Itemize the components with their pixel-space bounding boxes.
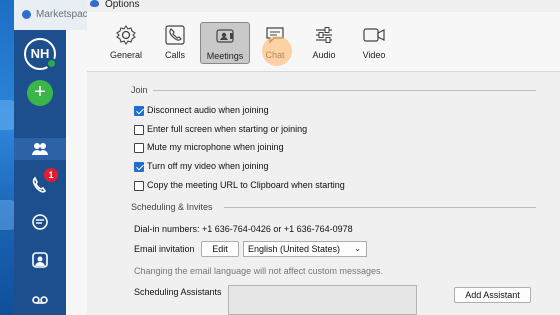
dialog-titlebar: Options <box>87 0 560 12</box>
checkbox-checked[interactable] <box>134 162 144 172</box>
click-indicator <box>262 36 292 66</box>
video-icon <box>363 28 385 42</box>
chat-icon[interactable] <box>30 212 50 232</box>
contacts-icon[interactable] <box>30 139 50 159</box>
tab-meetings[interactable]: Meetings <box>200 22 250 64</box>
tab-general[interactable]: General <box>101 22 151 64</box>
join-section-heading: Join <box>131 85 148 95</box>
add-assistant-button[interactable]: Add Assistant <box>454 287 531 303</box>
scheduling-assistants-label: Scheduling Assistants <box>134 287 222 297</box>
notification-badge: 1 <box>44 168 58 182</box>
checkbox-unchecked[interactable] <box>134 125 144 135</box>
checkbox-unchecked[interactable] <box>134 143 144 153</box>
dialog-title: Options <box>105 0 140 10</box>
tab-calls[interactable]: Calls <box>150 22 200 64</box>
navigation-rail <box>14 30 66 315</box>
scheduling-section-heading: Scheduling & Invites <box>131 202 213 212</box>
video-camera-icon <box>216 29 234 43</box>
gear-icon <box>116 25 136 45</box>
app-logo-icon <box>90 0 99 7</box>
chevron-down-icon: ⌄ <box>354 244 361 253</box>
new-action-button[interactable]: + <box>27 80 53 106</box>
options-dialog: Options General Calls Meetings Audio Vid… <box>87 0 560 315</box>
meetings-settings-panel: Join Disconnect audio when joining Enter… <box>87 73 560 315</box>
tab-audio[interactable]: Audio <box>299 22 349 64</box>
section-divider <box>153 90 536 91</box>
checkbox-unchecked[interactable] <box>134 181 144 191</box>
option-label: Copy the meeting URL to Clipboard when s… <box>147 180 345 190</box>
tab-label: Video <box>362 50 386 60</box>
background-window-title: Marketspace <box>36 9 94 20</box>
options-tab-toolbar: General Calls Meetings Chat <box>87 12 560 72</box>
language-note: Changing the email language will not aff… <box>134 266 383 276</box>
email-invitation-label: Email invitation <box>134 244 195 254</box>
voicemail-icon[interactable] <box>30 290 50 310</box>
tab-label: Meetings <box>206 51 244 61</box>
selected-language: English (United States) <box>248 244 341 254</box>
scheduling-assistants-list[interactable] <box>228 285 417 315</box>
edit-invitation-button[interactable]: Edit <box>201 241 239 257</box>
option-label: Turn off my video when joining <box>147 161 269 171</box>
presence-status-icon <box>46 58 57 69</box>
dial-in-numbers: Dial-in numbers: +1 636-764-0426 or +1 6… <box>134 224 353 234</box>
option-label: Mute my microphone when joining <box>147 142 284 152</box>
tab-label: Audio <box>312 50 336 60</box>
tab-video[interactable]: Video <box>349 22 399 64</box>
sliders-icon <box>316 27 332 43</box>
phone-icon <box>165 25 185 45</box>
section-divider <box>224 207 536 208</box>
meetings-icon[interactable] <box>30 250 50 270</box>
option-label: Enter full screen when starting or joini… <box>147 124 308 134</box>
tab-label: Calls <box>164 50 185 60</box>
app-logo-icon <box>22 10 31 19</box>
option-label: Disconnect audio when joining <box>147 105 269 115</box>
email-language-select[interactable]: English (United States) ⌄ <box>243 241 367 257</box>
checkbox-checked[interactable] <box>134 106 144 116</box>
tab-label: General <box>109 50 143 60</box>
